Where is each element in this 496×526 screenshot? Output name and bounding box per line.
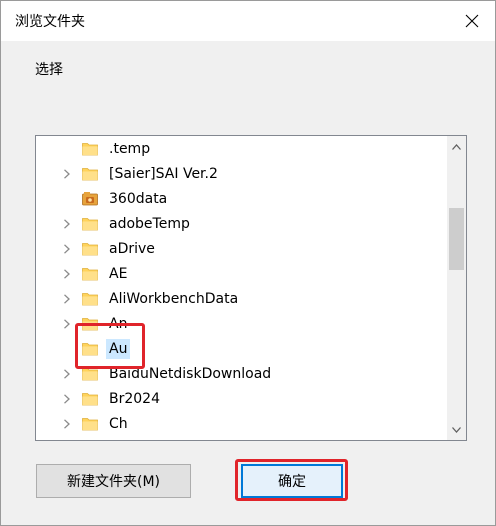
tree-item-label: AliWorkbenchData (109, 291, 239, 307)
tree-item[interactable]: Br2024 (36, 386, 446, 411)
expand-toggle[interactable] (60, 261, 74, 286)
folder-icon (82, 291, 98, 306)
chevron-up-icon (452, 143, 461, 150)
folder-tree[interactable]: .temp [Saier]SAI Ver.2 360data adobeTemp aDr… (35, 135, 467, 441)
tree-item[interactable]: Au (36, 336, 446, 361)
scroll-thumb[interactable] (449, 208, 464, 270)
tree-item[interactable]: [Saier]SAI Ver.2 (36, 161, 446, 186)
tree-item-label: .temp (109, 141, 151, 157)
expand-toggle[interactable] (60, 386, 74, 411)
chevron-right-icon (64, 243, 70, 254)
folder-icon (82, 141, 98, 156)
chevron-right-icon (64, 293, 70, 304)
expand-toggle[interactable] (60, 286, 74, 311)
tree-item[interactable]: 360data (36, 186, 446, 211)
tree-item[interactable]: AliWorkbenchData (36, 286, 446, 311)
special-folder-icon (82, 191, 98, 206)
close-button[interactable] (449, 1, 495, 41)
chevron-right-icon (64, 318, 70, 329)
expand-toggle[interactable] (60, 161, 74, 186)
ok-button[interactable]: 确定 (241, 464, 343, 498)
tree-item-label: adobeTemp (109, 216, 190, 232)
tree-item-label: Ch (109, 416, 128, 432)
tree-item[interactable]: An (36, 311, 446, 336)
window-title: 浏览文件夹 (15, 14, 85, 30)
browse-folder-dialog: 浏览文件夹 选择 .temp [Saier]SAI Ver.2 360data ado… (0, 0, 496, 526)
chevron-down-icon (452, 426, 461, 433)
chevron-right-icon (64, 393, 70, 404)
tree-item-label: [Saier]SAI Ver.2 (109, 166, 218, 182)
folder-icon (82, 166, 98, 181)
tree-item-label: Au (106, 339, 131, 359)
folder-icon (82, 316, 98, 331)
folder-icon (82, 266, 98, 281)
prompt-label: 选择 (35, 62, 63, 78)
tree-item-label: 360data (109, 191, 168, 207)
folder-icon (82, 341, 98, 356)
tree-item-label: BaiduNetdiskDownload (109, 366, 272, 382)
close-icon (465, 14, 479, 28)
tree-item[interactable]: .temp (36, 136, 446, 161)
folder-icon (82, 416, 98, 431)
folder-icon (82, 216, 98, 231)
tree-item-label: aDrive (109, 241, 155, 257)
folder-icon (82, 241, 98, 256)
chevron-right-icon (64, 418, 70, 429)
expand-toggle[interactable] (60, 311, 74, 336)
vertical-scrollbar[interactable] (447, 136, 466, 440)
folder-icon (82, 391, 98, 406)
tree-item[interactable]: AE (36, 261, 446, 286)
expand-toggle[interactable] (60, 361, 74, 386)
title-bar: 浏览文件夹 (1, 1, 495, 41)
folder-icon (82, 366, 98, 381)
expand-toggle[interactable] (60, 236, 74, 261)
scroll-down-button[interactable] (447, 421, 466, 438)
tree-item-label: An (109, 316, 128, 332)
tree-item-label: Br2024 (109, 391, 160, 407)
expand-toggle[interactable] (60, 211, 74, 236)
tree-item-label: AE (109, 266, 128, 282)
tree-item[interactable]: Ch (36, 411, 446, 436)
tree-item[interactable]: aDrive (36, 236, 446, 261)
new-folder-button[interactable]: 新建文件夹(M) (36, 464, 191, 498)
chevron-right-icon (64, 268, 70, 279)
expand-toggle[interactable] (60, 411, 74, 436)
chevron-right-icon (64, 218, 70, 229)
folder-tree-list: .temp [Saier]SAI Ver.2 360data adobeTemp aDr… (36, 136, 446, 436)
tree-item[interactable]: adobeTemp (36, 211, 446, 236)
scroll-up-button[interactable] (447, 138, 466, 155)
tree-item[interactable]: BaiduNetdiskDownload (36, 361, 446, 386)
chevron-right-icon (64, 168, 70, 179)
chevron-right-icon (64, 368, 70, 379)
